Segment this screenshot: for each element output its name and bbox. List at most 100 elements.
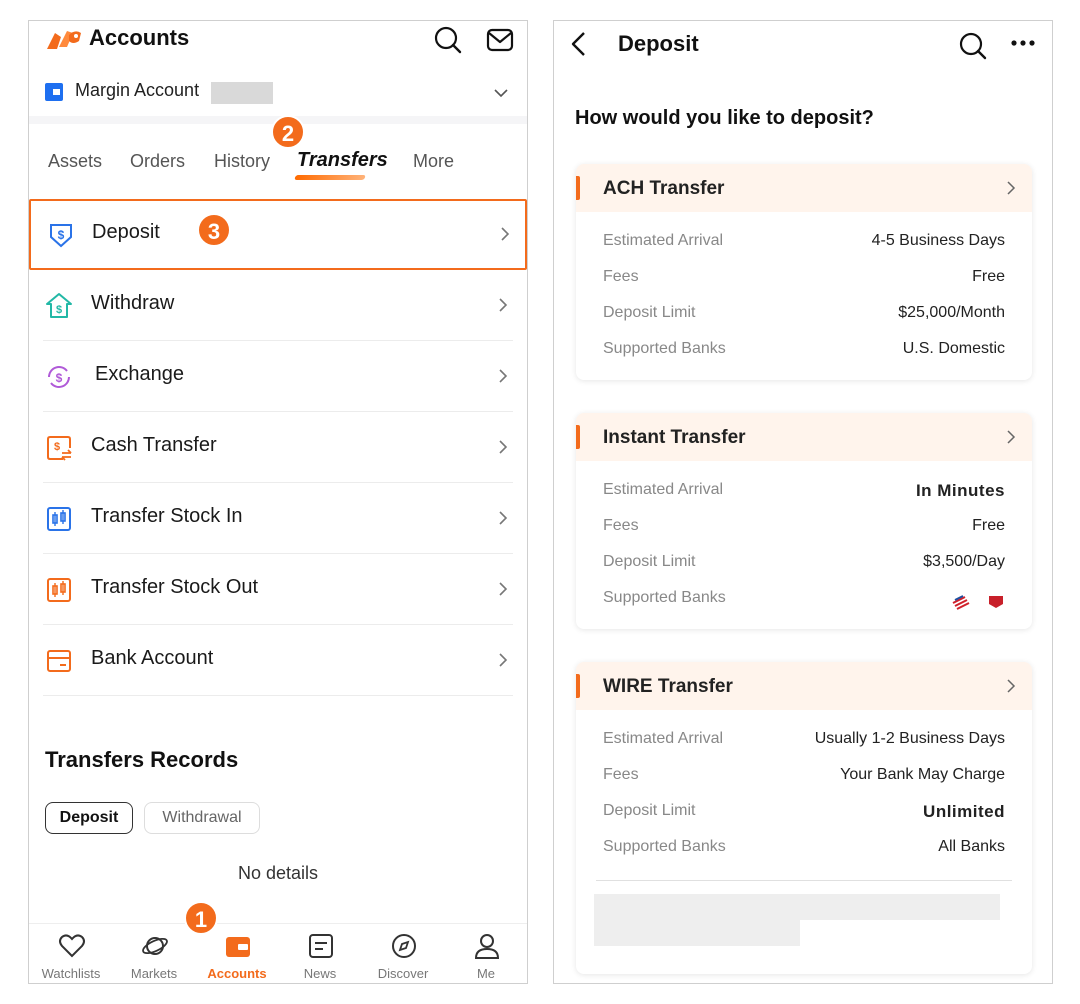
card-ach-transfer[interactable]: ACH Transfer Estimated Arrival 4-5 Busin… [576, 164, 1032, 380]
card-accent-bar [576, 425, 580, 449]
exchange-icon: $ [48, 366, 70, 388]
detail-row: Supported Banks [603, 583, 1005, 619]
menu-item-exchange[interactable]: $ Exchange [43, 341, 513, 412]
chevron-right-icon [1007, 430, 1016, 444]
search-icon[interactable] [958, 31, 988, 61]
detail-row: Estimated Arrival In Minutes [603, 475, 1005, 511]
row-label: Fees [603, 517, 639, 534]
planet-icon [142, 937, 168, 955]
deposit-icon: $ [50, 224, 72, 248]
back-arrow-icon[interactable] [568, 31, 590, 57]
step-badge-3: 3 [197, 213, 231, 247]
more-options-icon[interactable] [1010, 33, 1036, 53]
tab-transfers[interactable]: Transfers [297, 149, 388, 172]
tab-assets[interactable]: Assets [48, 151, 102, 172]
menu-label: Cash Transfer [91, 434, 217, 456]
chevron-right-icon [499, 653, 508, 667]
nav-news[interactable]: News [278, 924, 362, 983]
menu-label: Bank Account [91, 647, 214, 669]
chevron-right-icon [1007, 679, 1016, 693]
row-label: Fees [603, 766, 639, 783]
menu-item-transfer-stock-out[interactable]: Transfer Stock Out [43, 554, 513, 625]
card-instant-transfer[interactable]: Instant Transfer Estimated Arrival In Mi… [576, 413, 1032, 629]
detail-row: Estimated Arrival 4-5 Business Days [603, 226, 1005, 262]
empty-state-text: No details [237, 863, 319, 883]
row-label: Deposit Limit [603, 304, 696, 321]
account-number-redacted [211, 82, 273, 104]
nav-label: Markets [130, 966, 178, 981]
row-value: $25,000/Month [898, 304, 1005, 321]
chevron-right-icon [499, 298, 508, 312]
wallet-icon [226, 937, 250, 957]
row-label: Supported Banks [603, 589, 726, 606]
row-value: In Minutes [915, 481, 1005, 500]
accounts-header: Accounts [29, 21, 527, 61]
chevron-down-icon[interactable] [493, 85, 509, 101]
step-badge-1: 1 [184, 901, 218, 935]
bottom-navigation: Watchlists Markets Accounts News Discove… [29, 923, 527, 983]
menu-item-cash-transfer[interactable]: $ Cash Transfer [43, 412, 513, 483]
card-header[interactable]: WIRE Transfer [576, 662, 1032, 710]
nav-me[interactable]: Me [444, 924, 527, 983]
account-name: Margin Account [75, 80, 200, 100]
redacted-content [594, 894, 1000, 920]
card-wire-transfer[interactable]: WIRE Transfer Estimated Arrival Usually … [576, 662, 1032, 974]
chevron-right-icon [499, 582, 508, 596]
row-label: Deposit Limit [603, 553, 696, 570]
menu-label: Exchange [95, 363, 184, 385]
row-label: Estimated Arrival [603, 481, 724, 498]
chevron-right-icon [499, 440, 508, 454]
nav-label: Accounts [207, 966, 267, 981]
card-header[interactable]: ACH Transfer [576, 164, 1032, 212]
card-title: Instant Transfer [603, 427, 746, 448]
withdraw-icon: $ [46, 293, 72, 318]
filter-chip-withdrawal[interactable]: Withdrawal [144, 802, 260, 834]
supported-bank-logos [952, 595, 1003, 610]
menu-item-withdraw[interactable]: $ Withdraw [43, 270, 513, 341]
card-divider [596, 880, 1012, 881]
chevron-right-icon [499, 369, 508, 383]
detail-row: Deposit Limit $25,000/Month [603, 298, 1005, 334]
row-label: Supported Banks [603, 340, 726, 357]
stock-in-icon [47, 507, 71, 531]
menu-label: Transfer Stock In [91, 505, 243, 527]
detail-row: Deposit Limit Unlimited [603, 796, 1005, 832]
redacted-content [594, 920, 800, 946]
search-icon[interactable] [433, 25, 463, 55]
tab-orders[interactable]: Orders [130, 151, 185, 172]
detail-row: Supported Banks All Banks [603, 832, 1005, 868]
detail-row: Fees Free [603, 262, 1005, 298]
svg-text:$: $ [56, 371, 63, 385]
margin-account-icon [45, 83, 63, 101]
nav-discover[interactable]: Discover [361, 924, 445, 983]
chevron-right-icon [499, 511, 508, 525]
account-tabs: Assets Orders History Transfers More [29, 141, 527, 191]
detail-row: Estimated Arrival Usually 1-2 Business D… [603, 724, 1005, 760]
menu-label: Transfer Stock Out [91, 576, 259, 598]
deposit-screen: Deposit How would you like to deposit? A… [553, 20, 1053, 984]
tab-history[interactable]: History [214, 151, 270, 172]
menu-item-bank-account[interactable]: Bank Account [43, 625, 513, 696]
detail-row: Supported Banks U.S. Domestic [603, 334, 1005, 370]
menu-item-transfer-stock-in[interactable]: Transfer Stock In [43, 483, 513, 554]
person-icon [474, 934, 500, 959]
menu-label: Withdraw [91, 292, 175, 314]
card-title: ACH Transfer [603, 178, 725, 199]
row-label: Deposit Limit [603, 802, 696, 819]
compass-icon [392, 934, 416, 958]
nav-markets[interactable]: Markets [112, 924, 196, 983]
card-accent-bar [576, 176, 580, 200]
svg-text:$: $ [58, 228, 65, 242]
card-header[interactable]: Instant Transfer [576, 413, 1032, 461]
account-selector[interactable]: Margin Account [29, 73, 527, 113]
tab-more[interactable]: More [413, 151, 454, 172]
filter-chip-deposit[interactable]: Deposit [45, 802, 133, 834]
heart-icon [59, 934, 85, 958]
card-accent-bar [576, 674, 580, 698]
detail-row: Fees Your Bank May Charge [603, 760, 1005, 796]
nav-label: News [303, 966, 337, 981]
row-value: Free [972, 517, 1005, 534]
nav-watchlists[interactable]: Watchlists [29, 924, 113, 983]
menu-item-deposit[interactable]: $ Deposit 3 [29, 199, 527, 270]
mail-icon[interactable] [485, 25, 515, 55]
